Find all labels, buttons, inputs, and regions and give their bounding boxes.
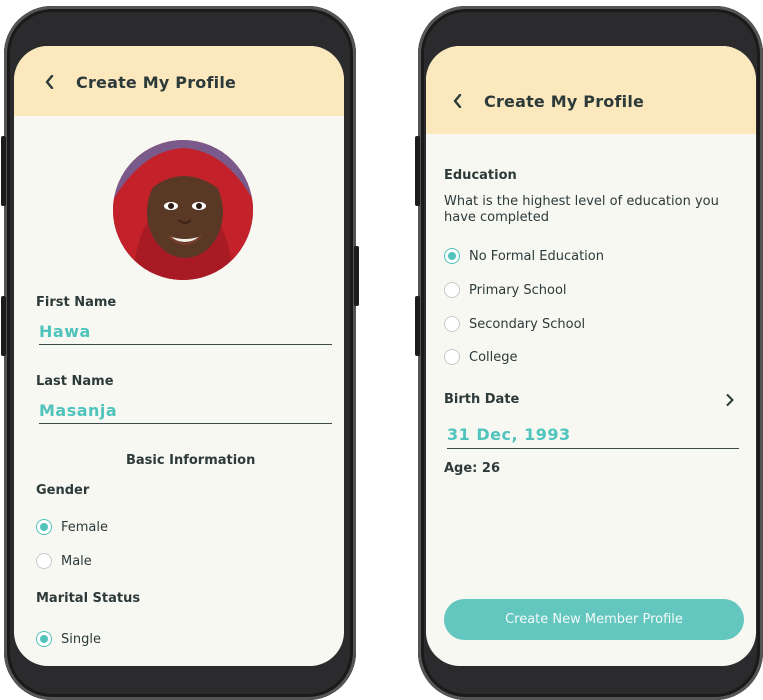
radio-icon[interactable]	[444, 248, 460, 264]
create-member-profile-button[interactable]: Create New Member Profile	[444, 599, 744, 640]
power-button	[354, 246, 359, 306]
education-option-college[interactable]: College	[444, 349, 518, 365]
first-name-label: First Name	[36, 295, 117, 310]
app-header: Create My Profile	[14, 46, 344, 116]
gender-option-female[interactable]: Female	[36, 519, 108, 535]
education-option-no-formal[interactable]: No Formal Education	[444, 248, 604, 264]
marital-option-single[interactable]: Single	[36, 631, 101, 647]
first-name-field[interactable]: Hawa	[39, 322, 91, 341]
gender-label: Gender	[36, 483, 90, 498]
volume-button	[1, 136, 6, 206]
left-screen: Create My Profile First Name Hawa Last N…	[14, 46, 344, 666]
last-name-field[interactable]: Masanja	[39, 401, 117, 420]
right-screen: Create My Profile Education What is the …	[426, 46, 756, 666]
side-button	[1, 296, 6, 356]
last-name-label: Last Name	[36, 374, 114, 389]
marital-status-label: Marital Status	[36, 591, 141, 606]
last-name-underline	[39, 423, 332, 424]
volume-button	[415, 136, 420, 206]
side-button	[415, 296, 420, 356]
chevron-right-icon[interactable]	[721, 391, 739, 409]
radio-icon[interactable]	[444, 316, 460, 332]
app-header: Create My Profile	[426, 46, 756, 134]
education-question: What is the highest level of education y…	[444, 194, 719, 225]
page-title: Create My Profile	[484, 91, 645, 111]
avatar[interactable]	[113, 140, 253, 280]
right-phone-frame: Create My Profile Education What is the …	[415, 6, 763, 700]
first-name-underline	[39, 344, 332, 345]
radio-icon[interactable]	[36, 519, 52, 535]
birth-date-label: Birth Date	[444, 392, 520, 407]
education-option-primary[interactable]: Primary School	[444, 282, 567, 298]
page-title: Create My Profile	[76, 72, 237, 92]
basic-information-heading: Basic Information	[126, 453, 256, 468]
age-text: Age: 26	[444, 461, 500, 476]
radio-icon[interactable]	[36, 631, 52, 647]
radio-icon[interactable]	[444, 282, 460, 298]
left-phone-frame: Create My Profile First Name Hawa Last N…	[1, 6, 359, 700]
birth-date-underline	[447, 448, 739, 449]
radio-icon[interactable]	[36, 553, 52, 569]
chevron-left-icon[interactable]	[446, 89, 470, 113]
radio-icon[interactable]	[444, 349, 460, 365]
gender-option-male[interactable]: Male	[36, 553, 92, 569]
education-label: Education	[444, 168, 517, 183]
chevron-left-icon[interactable]	[38, 70, 62, 94]
education-option-secondary[interactable]: Secondary School	[444, 316, 585, 332]
birth-date-field[interactable]: 31 Dec, 1993	[447, 425, 571, 444]
